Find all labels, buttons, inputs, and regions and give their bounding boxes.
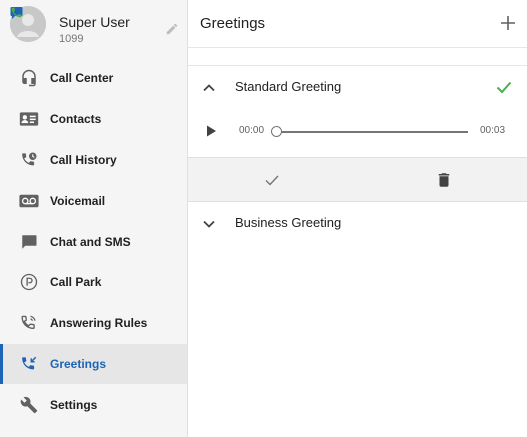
sidebar-nav: Call Center Contacts Call History Voicem…: [0, 58, 187, 425]
play-icon[interactable]: [204, 124, 218, 138]
sidebar-item-label: Call Park: [50, 275, 102, 290]
sidebar-item-label: Call History: [50, 152, 117, 167]
profile-name: Super User: [59, 14, 130, 30]
sidebar-item-voicemail[interactable]: Voicemail: [0, 180, 187, 221]
sidebar-item-label: Greetings: [50, 356, 107, 371]
sidebar-item-answering-rules[interactable]: Answering Rules: [0, 303, 187, 344]
wrench-icon: [19, 395, 39, 415]
sidebar-item-settings[interactable]: Settings: [0, 384, 187, 425]
set-active-check-icon[interactable]: [263, 171, 281, 189]
sidebar-item-label: Answering Rules: [50, 316, 148, 331]
app-window: Super User 1099 Call Center Contacts Cal…: [0, 0, 527, 437]
chevron-down-icon[interactable]: [202, 217, 216, 231]
voicemail-icon: [19, 191, 39, 211]
selected-check-icon: [496, 81, 512, 94]
sidebar-item-label: Settings: [50, 397, 98, 412]
delete-trash-icon[interactable]: [435, 171, 453, 189]
main-header: Greetings: [188, 0, 527, 48]
headset-icon: [19, 68, 39, 88]
answering-rules-icon: [19, 313, 39, 333]
sidebar-item-label: Call Center: [50, 71, 114, 86]
seek-track[interactable]: [278, 131, 468, 133]
sidebar-item-call-park[interactable]: Call Park: [0, 262, 187, 303]
greetings-icon: [19, 354, 39, 374]
page-title: Greetings: [200, 15, 266, 32]
add-icon[interactable]: [499, 14, 517, 32]
main-panel: Greetings Standard Greeting 00:00 00:03 …: [188, 0, 527, 437]
current-time: 00:00: [239, 125, 265, 136]
avatar: [10, 6, 46, 42]
phone-status-icon: [11, 7, 22, 18]
sidebar-item-label: Chat and SMS: [50, 234, 131, 249]
greeting-item-standard[interactable]: Standard Greeting: [188, 66, 527, 110]
chat-icon: [19, 232, 39, 252]
duration: 00:03: [480, 125, 506, 136]
user-profile[interactable]: Super User 1099: [0, 0, 187, 57]
chevron-up-icon[interactable]: [202, 81, 216, 95]
sidebar: Super User 1099 Call Center Contacts Cal…: [0, 0, 188, 437]
greeting-label: Standard Greeting: [235, 79, 342, 94]
sidebar-item-label: Voicemail: [50, 193, 106, 208]
parking-icon: [19, 272, 39, 292]
sidebar-item-label: Contacts: [50, 112, 102, 127]
seek-thumb[interactable]: [271, 126, 282, 137]
sidebar-item-call-history[interactable]: Call History: [0, 140, 187, 181]
greeting-label: Business Greeting: [235, 215, 342, 230]
contact-card-icon: [19, 109, 39, 129]
audio-player: 00:00 00:03: [188, 110, 527, 157]
call-history-icon: [19, 150, 39, 170]
sidebar-item-call-center[interactable]: Call Center: [0, 58, 187, 99]
greeting-list: Standard Greeting 00:00 00:03 Business G…: [188, 65, 527, 246]
sidebar-item-contacts[interactable]: Contacts: [0, 99, 187, 140]
greeting-actions: [188, 157, 527, 202]
sidebar-item-greetings[interactable]: Greetings: [0, 343, 187, 385]
sidebar-item-chat-sms[interactable]: Chat and SMS: [0, 221, 187, 262]
edit-pencil-icon[interactable]: [165, 22, 179, 36]
profile-extension: 1099: [59, 33, 84, 45]
greeting-item-business[interactable]: Business Greeting: [188, 202, 527, 246]
